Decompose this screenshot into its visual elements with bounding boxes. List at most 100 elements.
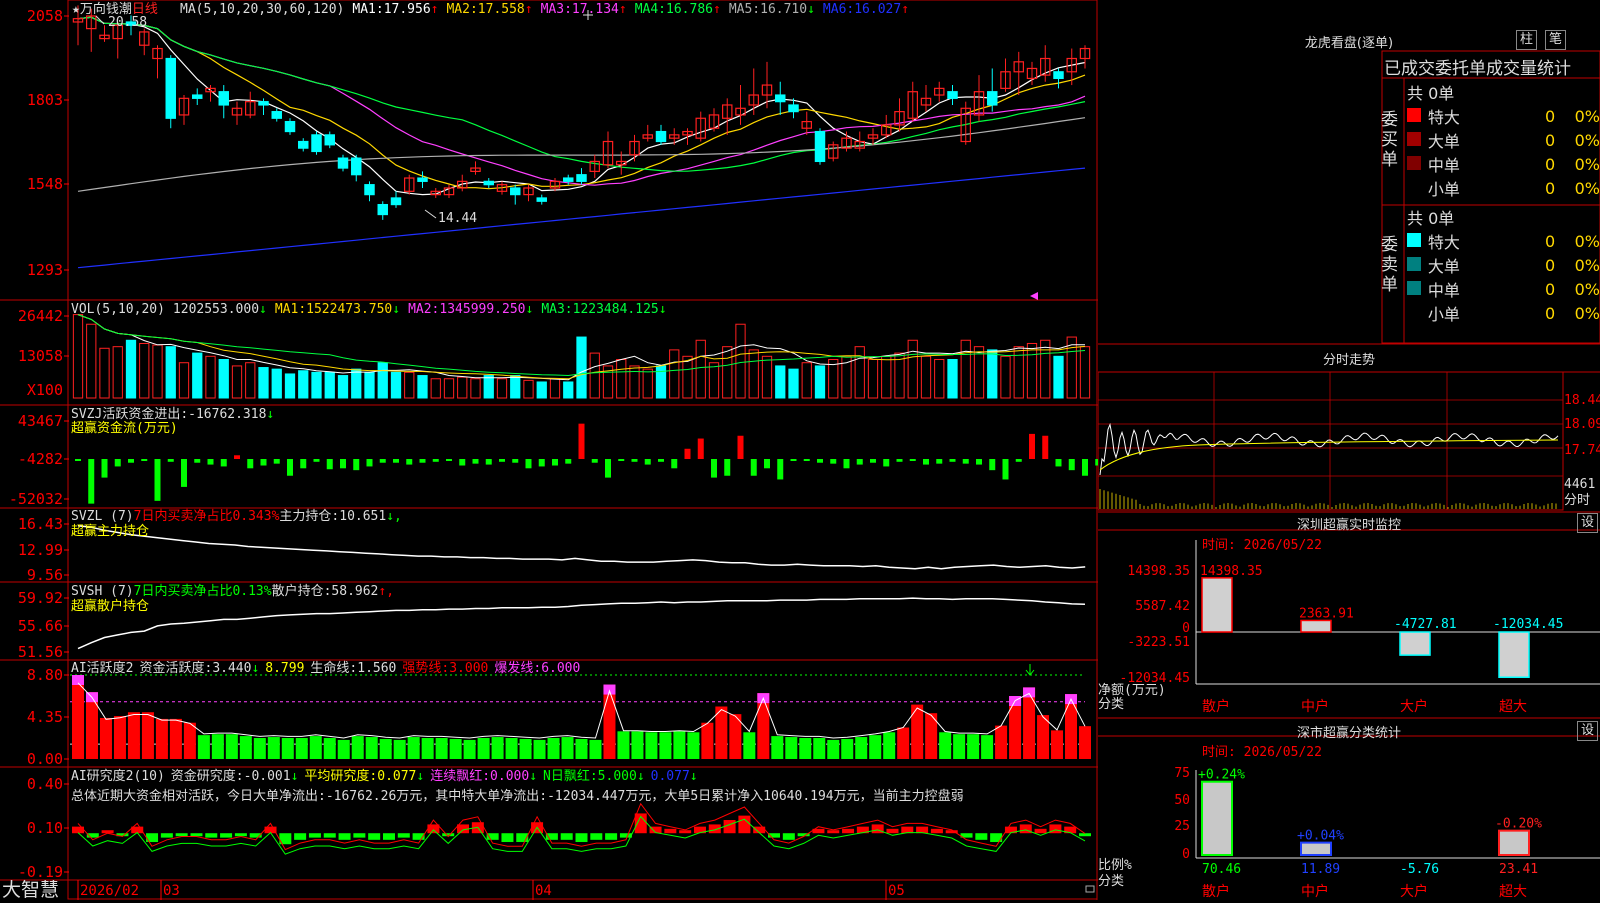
order-color-swatch [1407, 131, 1421, 146]
svzl-legend-part: 主力持仓: [279, 509, 339, 524]
ma-legend-part: 17.956 [384, 2, 431, 17]
svzj-bar [432, 459, 439, 462]
order-color-swatch [1407, 280, 1421, 295]
activity-bar [1051, 730, 1064, 759]
research-bar [930, 828, 943, 834]
activity-bar [771, 736, 784, 759]
ai-research-legend-part: 0.077 [651, 769, 690, 784]
volume-bar [708, 362, 720, 399]
svzj-bar [737, 435, 744, 459]
activity-bar [547, 738, 560, 759]
svsh-line [77, 597, 1086, 650]
ai-activity-legend-part: 1.560 [357, 661, 396, 676]
classify-settings-button[interactable]: 设 [1577, 721, 1599, 741]
ai-research-axis-label: 0.40 [27, 775, 63, 793]
intraday-price-line [1099, 422, 1559, 476]
bar-view-button[interactable]: 柱 [1516, 30, 1538, 50]
activity-bar [533, 739, 546, 759]
order-row: 中单 0 0% [1407, 152, 1600, 176]
classify-axis-label: 0 [1182, 847, 1190, 862]
classify-category: 散户 [1202, 883, 1230, 900]
svzj-bar [340, 459, 346, 469]
svzj-legend-part: -16762.318 [188, 407, 266, 422]
ma-legend-part: ↓ [807, 2, 815, 17]
classify-time: 时间: 2026/05/22 [1202, 745, 1322, 760]
svzj-bar [499, 459, 505, 462]
candle-body [814, 130, 826, 163]
svzj-bar [1002, 459, 1009, 480]
buy-total: 共 0单 [1407, 84, 1455, 103]
ma-legend-part: MA4: [635, 2, 666, 17]
ma-legend-part: 16.027 [854, 2, 901, 17]
svzj-subtitle: 超赢资金流(万元) [71, 420, 178, 436]
svzj-bar [817, 459, 823, 463]
order-color-swatch [1407, 155, 1421, 170]
vol-legend-part: 1345999.250 [439, 302, 525, 317]
activity-bar [827, 739, 840, 759]
svzj-bar [287, 459, 293, 476]
activity-bar [1079, 726, 1091, 759]
activity-bar [911, 704, 924, 759]
order-type: 大单 [1427, 257, 1460, 276]
ai-research-legend-part: 0.077 [377, 769, 416, 784]
classify-unit: 比例% [1098, 858, 1132, 873]
order-percent: 0% [1574, 231, 1600, 251]
activity-bar [589, 739, 602, 759]
volume-bar [152, 344, 163, 399]
research-bar [738, 815, 751, 834]
vol-legend-part: ↓ [392, 302, 400, 317]
volume-bar [377, 362, 388, 399]
svzj-legend: SVZJ活跃资金进出:-16762.318↓ [71, 406, 274, 422]
main-chart-area[interactable]: 2058 1803 1548 1293 20.58 14.44 ★万向钱潮日线 MA(5,10… [0, 0, 1102, 901]
svzj-bar [141, 459, 148, 461]
date-axis-label: 05 [888, 883, 905, 899]
order-type: 特大 [1427, 233, 1460, 252]
vol-legend-part: MA2: [408, 302, 439, 317]
activity-bar [785, 737, 798, 759]
monitor-settings-button[interactable]: 设 [1577, 513, 1599, 533]
order-volume: 0 [1544, 130, 1556, 150]
volume-bar [947, 359, 958, 399]
activity-bar [505, 738, 518, 759]
svzj-legend-part: 活跃资金进出: [102, 406, 188, 422]
svzj-bar [300, 459, 307, 469]
svzj-bar [1015, 459, 1022, 462]
activity-bar [561, 737, 574, 759]
svzj-bar [75, 459, 81, 461]
activity-bar [239, 736, 252, 759]
svzj-bar [406, 459, 413, 465]
volume-bar [205, 355, 216, 399]
svzj-axis-label: -52032 [9, 490, 63, 508]
svzj-bar [883, 459, 890, 467]
svzj-bar [936, 459, 943, 464]
svsh-legend-part: 58.962 [331, 584, 378, 599]
volume-bar [907, 339, 918, 399]
buy-orders-label: 委买单 [1381, 110, 1398, 170]
svzj-bar [101, 459, 108, 478]
order-row: 中单 0 0% [1407, 277, 1600, 301]
ai-research-legend-part: 5.000 [598, 769, 637, 784]
activity-bar [365, 737, 378, 759]
volume-bar [828, 359, 839, 399]
volume-bar [1053, 355, 1064, 399]
svzl-legend-part: ↓, [386, 509, 402, 524]
vol-axis-label: 26442 [18, 307, 63, 325]
activity-bar [743, 732, 756, 759]
tick-view-button[interactable]: 笔 [1545, 30, 1567, 50]
activity-bar [939, 732, 952, 759]
kline-chart-svg[interactable]: 2058 1803 1548 1293 20.58 14.44 ★万向钱潮日线 MA(5,10… [0, 0, 1102, 901]
volume-bar [589, 352, 600, 399]
ma-legend-part: MA2: [446, 2, 477, 17]
activity-bar [435, 738, 448, 759]
activity-bar [351, 736, 364, 759]
volume-bar [364, 371, 375, 399]
volume-bar [867, 359, 879, 399]
volume-bar [616, 359, 627, 399]
svzj-bar [525, 459, 532, 469]
svzj-bar [260, 459, 267, 466]
volume-bar [245, 362, 256, 399]
ma-legend-part: MA1: [352, 2, 383, 17]
svzj-bar [128, 459, 134, 463]
svzj-bar [684, 448, 691, 459]
price-axis-label: 2058 [27, 7, 63, 25]
